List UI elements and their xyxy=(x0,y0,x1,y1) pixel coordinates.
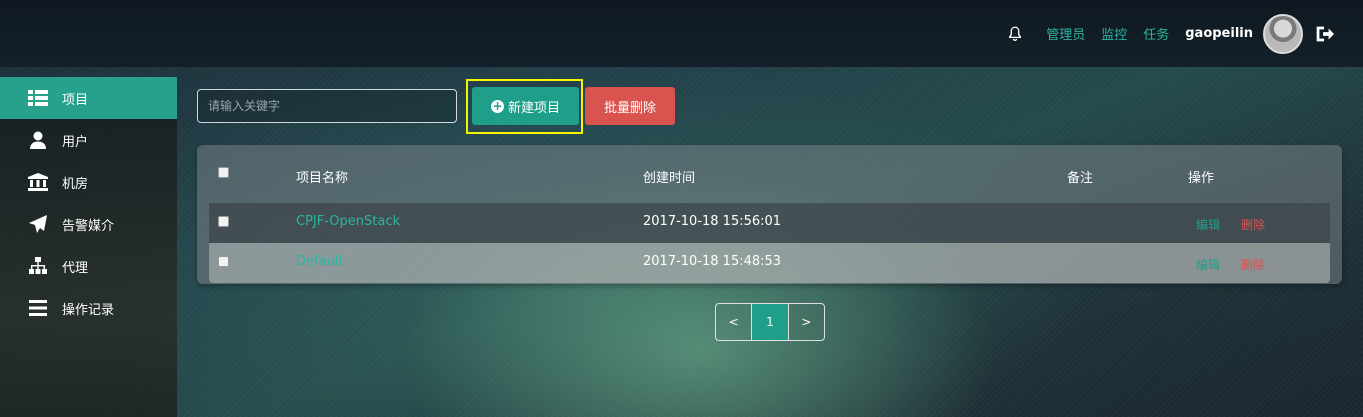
prev-page-button[interactable]: < xyxy=(716,304,753,340)
project-name-link[interactable]: Default xyxy=(296,254,344,269)
sidebar-item-operation-log[interactable]: 操作记录 xyxy=(0,287,177,329)
column-header-actions: 操作 xyxy=(1188,171,1215,186)
row-checkbox[interactable] xyxy=(218,216,229,227)
edit-link[interactable]: 编辑 xyxy=(1196,256,1220,273)
new-project-button[interactable]: + 新建项目 xyxy=(472,87,579,125)
batch-delete-button[interactable]: 批量删除 xyxy=(585,87,675,125)
created-time: 2017-10-18 15:56:01 xyxy=(643,214,782,229)
bell-icon[interactable] xyxy=(1006,25,1024,43)
delete-link[interactable]: 删除 xyxy=(1241,256,1265,273)
nav-admin-link[interactable]: 管理员 xyxy=(1046,24,1085,43)
row-checkbox[interactable] xyxy=(218,256,229,267)
column-header-name: 项目名称 xyxy=(296,171,349,186)
edit-link[interactable]: 编辑 xyxy=(1196,216,1220,233)
plus-circle-icon: + xyxy=(490,98,504,113)
bars-icon xyxy=(28,299,48,317)
next-page-button[interactable]: > xyxy=(789,304,824,340)
sidebar-item-datacenter[interactable]: 机房 xyxy=(0,161,177,203)
sidebar-item-label: 项目 xyxy=(62,92,89,108)
sidebar-item-projects[interactable]: 项目 xyxy=(0,77,177,119)
search-input[interactable] xyxy=(197,89,457,123)
paper-plane-icon xyxy=(28,215,48,233)
page-1-button[interactable]: 1 xyxy=(752,304,789,340)
column-header-note: 备注 xyxy=(1067,171,1094,186)
bank-icon xyxy=(28,173,48,191)
sidebar: 项目 用户 机房 告警媒介 代理 操作记录 xyxy=(0,77,177,417)
table-row: CPJF-OpenStack 2017-10-18 15:56:01 编辑 删除 xyxy=(209,203,1330,243)
sidebar-item-label: 机房 xyxy=(62,176,89,192)
sidebar-item-label: 告警媒介 xyxy=(62,218,115,234)
select-all-checkbox[interactable] xyxy=(218,167,229,178)
pagination: < 1 > xyxy=(715,303,825,341)
sidebar-item-users[interactable]: 用户 xyxy=(0,119,177,161)
projects-table: 项目名称 创建时间 备注 操作 CPJF-OpenStack 2017-10-1… xyxy=(197,145,1342,284)
avatar[interactable] xyxy=(1263,13,1303,54)
nav-monitor-link[interactable]: 监控 xyxy=(1101,24,1127,43)
sidebar-item-label: 操作记录 xyxy=(62,302,115,318)
table-header: 项目名称 创建时间 备注 操作 xyxy=(197,145,1342,203)
sitemap-icon xyxy=(28,257,48,275)
user-icon xyxy=(28,131,48,149)
logout-icon[interactable] xyxy=(1313,23,1335,45)
sidebar-item-proxy[interactable]: 代理 xyxy=(0,245,177,287)
created-time: 2017-10-18 15:48:53 xyxy=(643,254,782,269)
table-row: Default 2017-10-18 15:48:53 编辑 删除 xyxy=(209,243,1330,283)
sidebar-item-label: 代理 xyxy=(62,260,89,276)
project-name-link[interactable]: CPJF-OpenStack xyxy=(296,214,400,229)
column-header-created: 创建时间 xyxy=(643,171,696,186)
sidebar-item-alert-media[interactable]: 告警媒介 xyxy=(0,203,177,245)
new-project-label: 新建项目 xyxy=(507,100,560,116)
delete-link[interactable]: 删除 xyxy=(1241,216,1265,233)
nav-task-link[interactable]: 任务 xyxy=(1143,24,1169,43)
top-bar: 管理员 监控 任务 gaopeilin xyxy=(0,0,1363,67)
list-icon xyxy=(28,89,48,107)
sidebar-item-label: 用户 xyxy=(62,134,89,150)
username[interactable]: gaopeilin xyxy=(1185,26,1253,41)
